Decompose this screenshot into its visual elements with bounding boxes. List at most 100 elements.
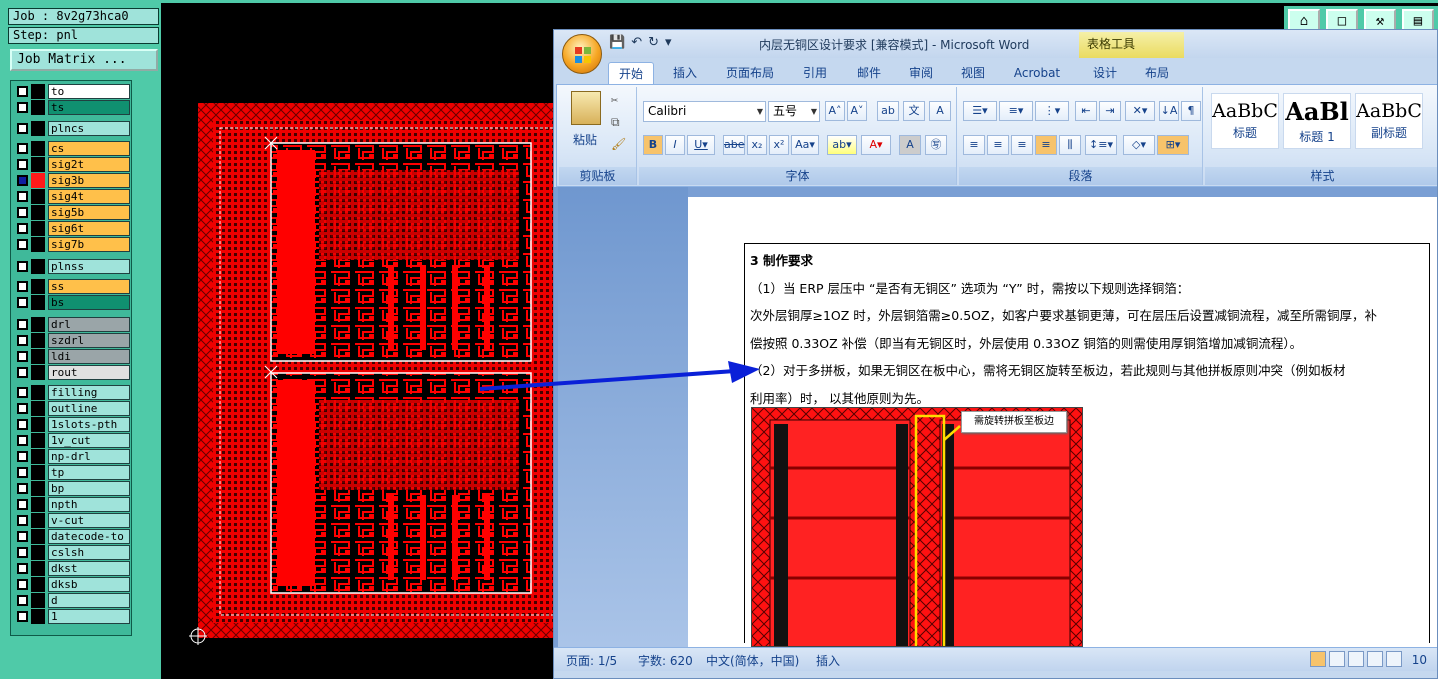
layer-checkbox[interactable] (17, 207, 28, 218)
bullets-icon[interactable]: ☰▾ (963, 101, 997, 121)
layer-row-drl[interactable]: drl (13, 317, 131, 332)
bold-button[interactable]: B (643, 135, 663, 155)
layer-row-npth[interactable]: npth (13, 497, 131, 512)
grow-font-button[interactable]: A˄ (825, 101, 845, 121)
layer-checkbox[interactable] (17, 403, 28, 414)
layer-row-np-drl[interactable]: np-drl (13, 449, 131, 464)
redo-icon[interactable]: ↻ (648, 35, 659, 50)
layer-row-dksb[interactable]: dksb (13, 577, 131, 592)
tab-2[interactable]: 页面布局 (716, 62, 784, 84)
cut-icon[interactable]: ✂ (611, 93, 618, 107)
layer-row-1v_cut[interactable]: 1v_cut (13, 433, 131, 448)
increase-indent-icon[interactable]: ⇥ (1099, 101, 1121, 121)
decrease-indent-icon[interactable]: ⇤ (1075, 101, 1097, 121)
layer-checkbox[interactable] (17, 143, 28, 154)
style-option-1[interactable]: AaBl 标题 1 (1283, 93, 1351, 149)
line-spacing-icon[interactable]: ↕≡▾ (1085, 135, 1117, 155)
layer-row-sig5b[interactable]: sig5b (13, 205, 131, 220)
font-name-combo[interactable]: Calibri ▼ (643, 101, 766, 122)
cam-graphic-viewport[interactable] (161, 0, 556, 679)
layer-row-bs[interactable]: bs (13, 295, 131, 310)
layer-checkbox[interactable] (17, 547, 28, 558)
chinese-layout-icon[interactable]: ✕▾ (1125, 101, 1155, 121)
layer-checkbox[interactable] (17, 297, 28, 308)
layer-row-szdrl[interactable]: szdrl (13, 333, 131, 348)
tab-7[interactable]: Acrobat (1002, 62, 1072, 84)
layer-checkbox[interactable] (17, 435, 28, 446)
sort-icon[interactable]: ↓A (1159, 101, 1179, 121)
layer-checkbox[interactable] (17, 595, 28, 606)
layer-row-v-cut[interactable]: v-cut (13, 513, 131, 528)
clear-format-icon[interactable]: ab (877, 101, 899, 121)
layer-checkbox[interactable] (17, 451, 28, 462)
style-option-2[interactable]: AaBbC 副标题 (1355, 93, 1423, 149)
paste-button[interactable]: 粘贴 (573, 131, 597, 148)
align-center-icon[interactable]: ≡ (987, 135, 1009, 155)
layer-checkbox[interactable] (17, 123, 28, 134)
layer-row-to[interactable]: to (13, 84, 131, 99)
copy-icon[interactable]: ⧉ (611, 115, 620, 130)
layer-checkbox[interactable] (17, 261, 28, 272)
document-page[interactable]: 3 制作要求 （1）当 ERP 层压中 “是否有无铜区” 选项为 “Y” 时，需… (688, 197, 1437, 647)
tab-5[interactable]: 审阅 (898, 62, 944, 84)
embedded-pcb-image[interactable]: 需旋转拼板至板边 (751, 407, 1083, 647)
font-size-combo[interactable]: 五号 ▼ (768, 101, 820, 122)
layer-checkbox[interactable] (17, 499, 28, 510)
layer-checkbox[interactable] (17, 191, 28, 202)
layer-checkbox[interactable] (17, 159, 28, 170)
tab-1[interactable]: 插入 (662, 62, 708, 84)
shrink-font-button[interactable]: A˅ (847, 101, 867, 121)
layer-checkbox[interactable] (17, 531, 28, 542)
layer-row-1slots-pth[interactable]: 1slots-pth (13, 417, 131, 432)
layer-row-bp[interactable]: bp (13, 481, 131, 496)
layer-checkbox[interactable] (17, 351, 28, 362)
job-matrix-button[interactable]: Job Matrix ... (10, 49, 158, 71)
layer-row-rout[interactable]: rout (13, 365, 131, 380)
tab-8[interactable]: 设计 (1082, 62, 1128, 84)
language-indicator[interactable]: 中文(简体，中国) (706, 652, 799, 669)
customize-qat-icon[interactable]: ▾ (665, 35, 672, 50)
outline-view-icon[interactable] (1366, 651, 1383, 667)
layer-row-sig6t[interactable]: sig6t (13, 221, 131, 236)
tab-3[interactable]: 引用 (792, 62, 838, 84)
layer-checkbox[interactable] (17, 387, 28, 398)
layer-row-ss[interactable]: ss (13, 279, 131, 294)
phonetic-guide-icon[interactable]: 文 (903, 101, 925, 121)
underline-button[interactable]: U▾ (687, 135, 715, 155)
print-layout-icon[interactable] (1309, 651, 1326, 667)
layer-checkbox[interactable] (17, 515, 28, 526)
layer-row-ts[interactable]: ts (13, 100, 131, 115)
layer-checkbox[interactable] (17, 563, 28, 574)
borders-icon[interactable]: ⊞▾ (1157, 135, 1189, 155)
insert-mode[interactable]: 插入 (816, 652, 840, 669)
layer-row-datecode-to[interactable]: datecode-to (13, 529, 131, 544)
full-screen-reading-icon[interactable] (1328, 651, 1345, 667)
layer-row-cs[interactable]: cs (13, 141, 131, 156)
layer-row-filling[interactable]: filling (13, 385, 131, 400)
layer-checkbox[interactable] (17, 335, 28, 346)
superscript-button[interactable]: x² (769, 135, 789, 155)
zoom-level[interactable]: 10 (1412, 653, 1427, 667)
char-border-icon[interactable]: A (929, 101, 951, 121)
office-button[interactable] (562, 34, 602, 74)
align-left-icon[interactable]: ≡ (963, 135, 985, 155)
layer-checkbox[interactable] (17, 86, 28, 97)
font-color-icon[interactable]: A▾ (861, 135, 891, 155)
layer-row-ldi[interactable]: ldi (13, 349, 131, 364)
layer-row-cslsh[interactable]: cslsh (13, 545, 131, 560)
layer-checkbox[interactable] (17, 367, 28, 378)
layer-checkbox[interactable] (17, 239, 28, 250)
layer-row-outline[interactable]: outline (13, 401, 131, 416)
enclose-char-icon[interactable]: ㊢ (925, 135, 947, 155)
tab-0[interactable]: 开始 (608, 62, 654, 84)
layer-checkbox[interactable] (17, 467, 28, 478)
format-painter-icon[interactable]: 🖌 (611, 137, 626, 151)
layer-checkbox[interactable] (17, 483, 28, 494)
change-case-button[interactable]: Aa▾ (791, 135, 819, 155)
layer-row-sig7b[interactable]: sig7b (13, 237, 131, 252)
layer-checkbox[interactable] (17, 319, 28, 330)
document-text[interactable]: 3 制作要求 （1）当 ERP 层压中 “是否有无铜区” 选项为 “Y” 时，需… (750, 247, 1430, 412)
shading-icon[interactable]: ◇▾ (1123, 135, 1155, 155)
tab-4[interactable]: 邮件 (846, 62, 892, 84)
layer-checkbox[interactable] (17, 102, 28, 113)
